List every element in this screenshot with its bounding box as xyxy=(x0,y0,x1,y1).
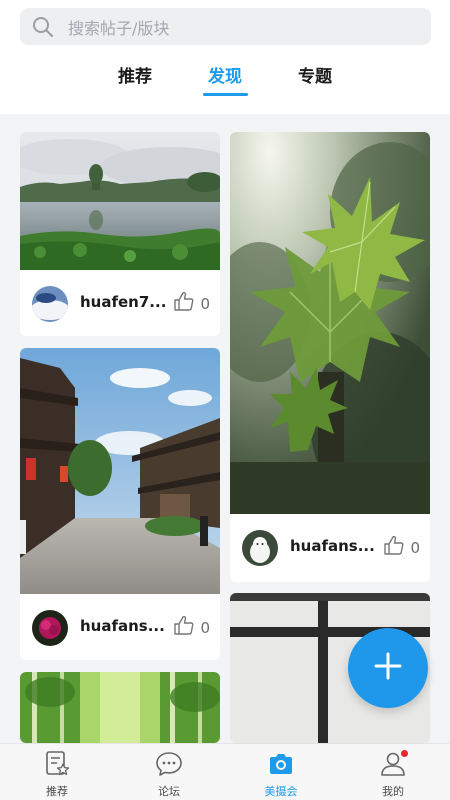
thumbs-up-icon xyxy=(384,535,404,559)
thumbs-up-icon xyxy=(174,615,194,639)
search-bar[interactable]: 搜索帖子/版块 xyxy=(20,8,431,45)
like-button[interactable]: 0 xyxy=(174,291,210,315)
nav-item-recommend[interactable]: 推荐 xyxy=(17,750,97,799)
nav-item-forum[interactable]: 论坛 xyxy=(129,750,209,799)
tab-recommend[interactable]: 推荐 xyxy=(100,62,170,87)
like-count: 0 xyxy=(410,538,420,557)
top-tabs: 推荐 发现 专题 xyxy=(0,62,450,102)
post-photo-lake[interactable] xyxy=(20,132,220,270)
top-header: 搜索帖子/版块 推荐 发现 专题 xyxy=(0,0,450,114)
username[interactable]: huafans... xyxy=(80,617,165,635)
active-tab-indicator xyxy=(203,93,248,96)
post-meta: huafans... 0 xyxy=(230,516,430,580)
avatar[interactable] xyxy=(32,286,68,322)
nav-label: 论坛 xyxy=(158,785,180,798)
notification-badge xyxy=(401,750,408,757)
bottom-nav: 推荐 论坛 美摄会 我的 xyxy=(0,743,450,800)
like-count: 0 xyxy=(200,294,210,313)
username[interactable]: huafen7... xyxy=(80,293,166,311)
tab-topics[interactable]: 专题 xyxy=(280,62,350,87)
post-card[interactable]: huafans... 0 xyxy=(230,132,430,582)
create-post-button[interactable] xyxy=(348,628,428,708)
avatar[interactable] xyxy=(32,610,68,646)
search-icon xyxy=(32,16,54,38)
post-photo-old-street[interactable] xyxy=(20,348,220,594)
like-button[interactable]: 0 xyxy=(384,535,420,559)
post-meta: huafen7... 0 xyxy=(20,272,220,336)
nav-label: 推荐 xyxy=(46,785,68,798)
avatar[interactable] xyxy=(242,530,278,566)
post-star-icon xyxy=(17,750,97,778)
post-card[interactable]: huafen7... 0 xyxy=(20,132,220,336)
camera-icon xyxy=(241,750,321,778)
like-button[interactable]: 0 xyxy=(174,615,210,639)
post-card[interactable]: huafans... 0 xyxy=(20,348,220,660)
nav-item-photo-club[interactable]: 美摄会 xyxy=(241,750,321,799)
search-placeholder: 搜索帖子/版块 xyxy=(68,18,170,38)
chat-bubble-icon xyxy=(129,750,209,778)
nav-item-mine[interactable]: 我的 xyxy=(353,750,433,799)
nav-label: 美摄会 xyxy=(264,785,298,798)
username[interactable]: huafans... xyxy=(290,537,375,555)
thumbs-up-icon xyxy=(174,291,194,315)
plus-icon xyxy=(373,651,403,685)
like-count: 0 xyxy=(200,618,210,637)
tab-discover[interactable]: 发现 xyxy=(190,62,260,87)
post-photo-bamboo[interactable] xyxy=(20,672,220,743)
person-icon xyxy=(353,750,433,778)
post-card[interactable] xyxy=(20,672,220,743)
post-photo-maple-leaf[interactable] xyxy=(230,132,430,514)
nav-label: 我的 xyxy=(382,785,404,798)
post-meta: huafans... 0 xyxy=(20,596,220,660)
